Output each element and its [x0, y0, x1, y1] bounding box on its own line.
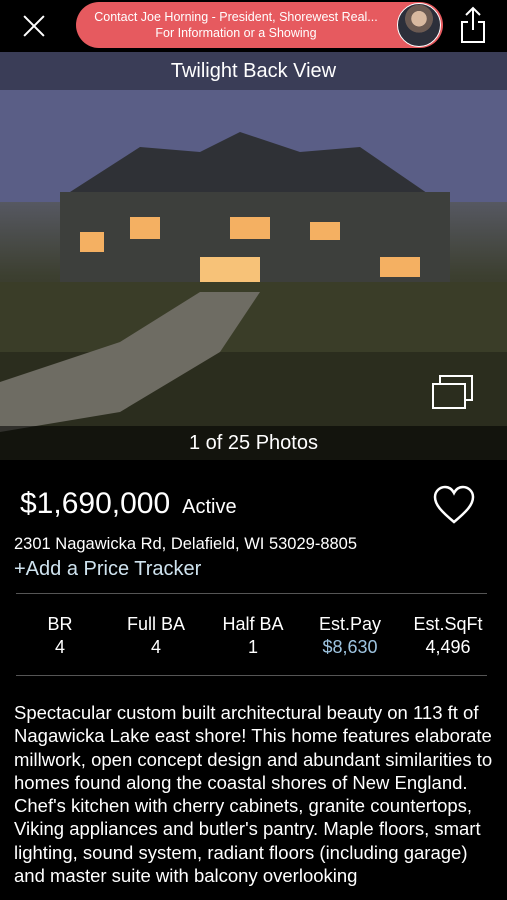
listing-status: Active — [182, 496, 237, 518]
photo-counter: 1 of 25 Photos — [0, 426, 507, 460]
gallery-icon[interactable] — [430, 374, 476, 412]
stat-est-sqft: Est.SqFt 4,496 — [398, 612, 498, 658]
listing-photo[interactable]: Twilight Back View 1 of 25 Photos — [0, 52, 507, 460]
add-price-tracker-link[interactable]: +Add a Price Tracker — [14, 558, 201, 581]
listing-price: $1,690,000 — [20, 487, 171, 520]
listing-address: 2301 Nagawicka Rd, Delafield, WI 53029-8… — [14, 535, 358, 553]
stat-value: 4 — [54, 637, 65, 657]
stat-value: 4,496 — [425, 637, 471, 657]
est-pay-link[interactable]: $8,630 — [300, 636, 400, 658]
divider — [16, 675, 487, 676]
listing-description: Spectacular custom built architectural b… — [14, 702, 493, 887]
stat-label: BR — [47, 614, 73, 634]
stat-value: 4 — [150, 637, 161, 657]
stat-label: Est.Pay — [318, 614, 382, 634]
share-icon[interactable] — [458, 6, 488, 44]
contact-agent-text: Contact Joe Horning - President, Shorewe… — [94, 10, 378, 40]
stat-est-pay[interactable]: Est.Pay $8,630 — [300, 612, 400, 658]
agent-avatar — [397, 3, 441, 47]
stat-br: BR 4 — [10, 612, 110, 658]
price-row: $1,690,000 Active — [20, 487, 237, 521]
close-icon[interactable] — [18, 10, 50, 42]
stat-label: Est.SqFt — [413, 614, 483, 634]
divider — [16, 593, 487, 594]
photo-title: Twilight Back View — [0, 52, 507, 90]
stat-label: Full BA — [126, 614, 186, 634]
contact-agent-button[interactable]: Contact Joe Horning - President, Shorewe… — [76, 2, 443, 48]
stat-value: 1 — [247, 637, 258, 657]
stat-half-ba: Half BA 1 — [203, 612, 303, 658]
stats-row: BR 4 Full BA 4 Half BA 1 Est.Pay $8,630 … — [0, 612, 507, 662]
stat-label: Half BA — [222, 614, 284, 634]
stat-full-ba: Full BA 4 — [106, 612, 206, 658]
favorite-heart-icon[interactable] — [432, 485, 476, 525]
top-bar: Contact Joe Horning - President, Shorewe… — [0, 0, 507, 52]
